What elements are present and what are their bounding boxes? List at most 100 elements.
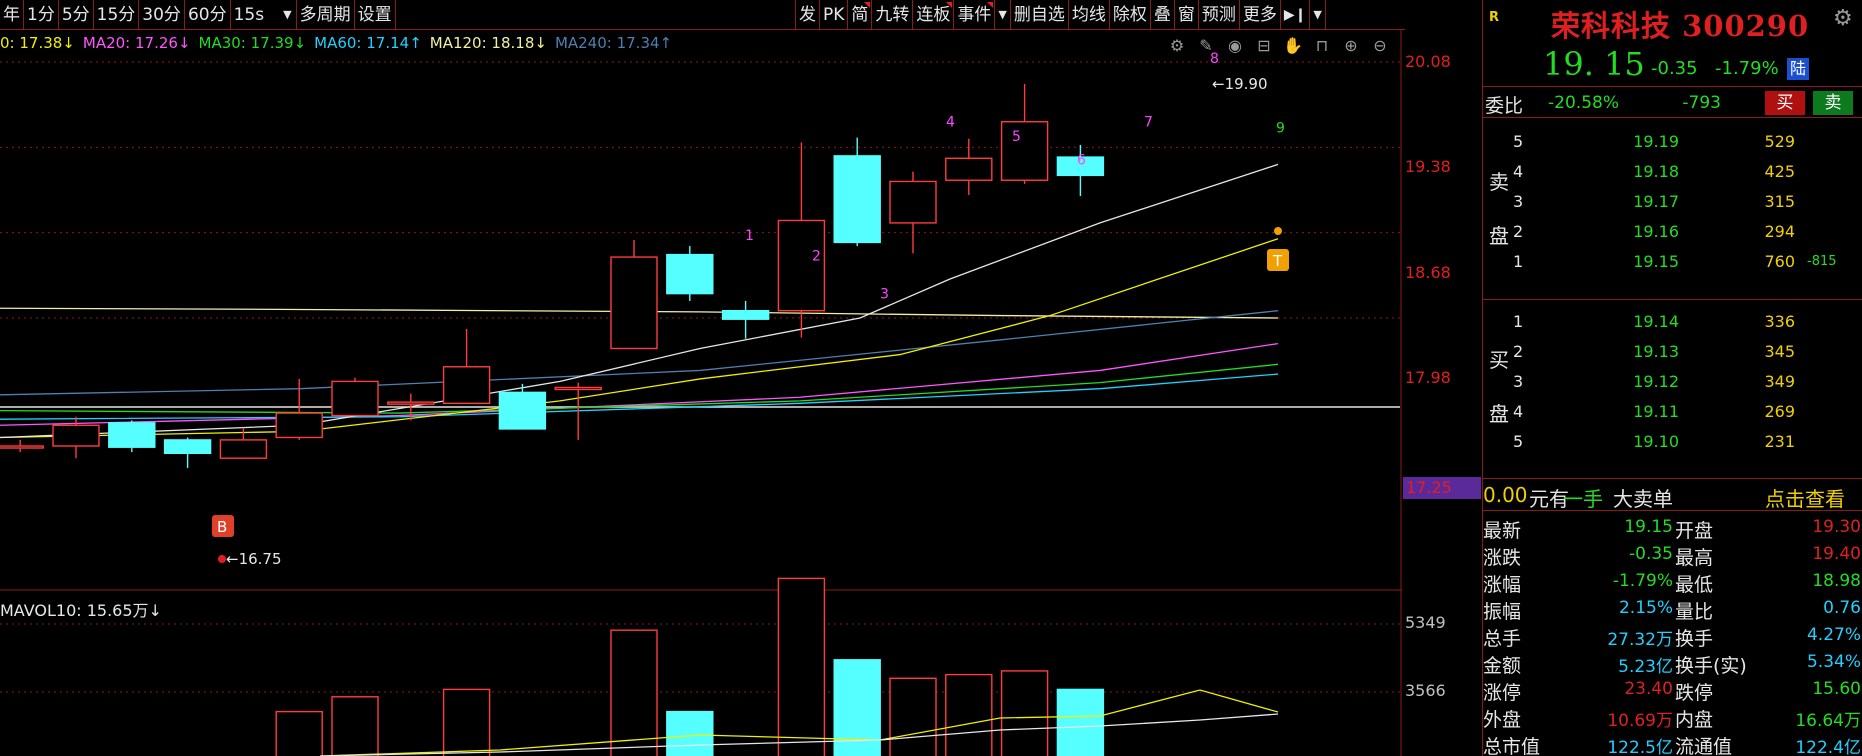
ask-level: 4	[1513, 162, 1524, 181]
limit-up-board-button[interactable]: 连板	[913, 0, 955, 30]
t-signal-label: T	[1272, 252, 1283, 270]
bid-level: 1	[1513, 312, 1524, 331]
candle-body	[498, 391, 547, 430]
quote-value: 19.30	[1812, 517, 1861, 537]
ask-price: 19.19	[1633, 132, 1679, 151]
bid-row[interactable]: 4 19.11 269	[1511, 394, 1862, 428]
quote-value: 10.69万	[1607, 711, 1673, 731]
bid-level: 4	[1513, 402, 1524, 421]
candle-body	[331, 380, 379, 417]
quote-value: 2.15%	[1618, 598, 1673, 618]
quote-value: -1.79%	[1612, 571, 1673, 591]
stock-header: R 荣科科技 300290 ⚙ 19. 15 -0.35 -1.79% 陆	[1483, 0, 1862, 86]
ask-row[interactable]: 3 19.17 315	[1511, 184, 1862, 218]
menu-dropdown-icon[interactable]: ▼	[1310, 0, 1326, 30]
multi-period-button[interactable]: 多周期	[297, 0, 355, 30]
volume-bar	[1000, 670, 1049, 756]
simple-button[interactable]: 简	[848, 0, 873, 30]
stock-name[interactable]: 荣科科技 300290	[1551, 3, 1809, 45]
sell-button[interactable]: 卖	[1813, 91, 1853, 115]
ask-row[interactable]: 2 19.16 294	[1511, 214, 1862, 248]
quote-row: 金额 5.23亿 换手(实) 5.34%	[1483, 649, 1862, 677]
signal-dot	[1274, 227, 1282, 235]
volume-bar	[889, 677, 937, 756]
candlestick-series	[0, 83, 1105, 468]
more-button[interactable]: 更多	[1240, 0, 1281, 30]
period-buttons: 年 1分 5分 15分 30分 60分 15s 多周期 设置	[0, 0, 396, 30]
td-count-label: 5	[1012, 129, 1021, 145]
post-button[interactable]: 发	[795, 0, 820, 30]
bid-price: 19.12	[1633, 372, 1679, 391]
pk-button[interactable]: PK	[820, 0, 849, 30]
kline-chart[interactable]: 1 2 3 4 5 6 7 8 9 ←19.90 ←16.75 B T	[0, 30, 1402, 756]
buy-button[interactable]: 买	[1765, 91, 1805, 115]
remove-watchlist-button[interactable]: 删自选	[1011, 0, 1069, 30]
quote-key: 金额	[1483, 655, 1522, 677]
period-5m-button[interactable]: 5分	[59, 0, 94, 30]
candle-body	[108, 422, 156, 448]
interval-dropdown[interactable]: 15s	[231, 0, 297, 30]
order-ratio-label: 委比	[1485, 95, 1524, 117]
bid-row[interactable]: 3 19.12 349	[1511, 364, 1862, 398]
quote-value: 16.64万	[1795, 711, 1861, 731]
quote-row: 涨停 23.40 跌停 15.60	[1483, 676, 1862, 704]
expand-panel-icon[interactable]: ▶❙	[1281, 0, 1311, 30]
period-year-button[interactable]: 年	[0, 0, 24, 30]
ma20-line	[0, 342, 1279, 426]
ask-book: 卖 盘 5 19.19 529 4 19.18 425 3 19.17 315 2 19.16 294…	[1483, 120, 1862, 300]
volume-series	[275, 577, 1105, 756]
new-flag-icon	[946, 2, 953, 8]
events-button[interactable]: 事件	[954, 0, 996, 30]
settings-button[interactable]: 设置	[355, 0, 396, 30]
quote-key: 换手	[1675, 628, 1714, 650]
ask-price: 19.17	[1633, 192, 1679, 211]
overlay-button[interactable]: 叠	[1151, 0, 1175, 30]
ask-qty: 760	[1764, 252, 1795, 271]
ex-rights-button[interactable]: 除权	[1110, 0, 1151, 30]
period-60m-button[interactable]: 60分	[185, 0, 231, 30]
bid-row[interactable]: 2 19.13 345	[1511, 334, 1862, 368]
volume-bar	[945, 673, 993, 756]
big-order-value: 0.00	[1483, 483, 1528, 507]
quote-row: 外盘 10.69万 内盘 16.64万	[1483, 703, 1862, 731]
big-order-count: 一手	[1563, 487, 1603, 511]
bid-row[interactable]: 1 19.14 336	[1511, 304, 1862, 338]
quote-key: 振幅	[1483, 601, 1522, 623]
moving-average-button[interactable]: 均线	[1069, 0, 1110, 30]
quote-panel: R 荣科科技 300290 ⚙ 19. 15 -0.35 -1.79% 陆 委比…	[1482, 0, 1862, 756]
period-1m-button[interactable]: 1分	[24, 0, 59, 30]
quote-key: 涨停	[1483, 682, 1522, 704]
bid-price: 19.11	[1633, 402, 1679, 421]
rzrq-badge: R	[1489, 10, 1500, 25]
forecast-button[interactable]: 预测	[1199, 0, 1240, 30]
quote-row: 总市值 122.5亿 流通值 122.4亿	[1483, 730, 1862, 756]
low-price-label: ←16.75	[226, 550, 282, 568]
ask-level: 2	[1513, 222, 1524, 241]
nine-turn-button[interactable]: 九转	[872, 0, 914, 30]
volume-axis-label: 3566	[1405, 681, 1446, 700]
candle-body	[163, 439, 212, 455]
price-axis-label: 17.98	[1405, 368, 1451, 387]
ask-row[interactable]: 5 19.19 529	[1511, 124, 1862, 158]
events-dropdown-icon[interactable]: ▼	[995, 0, 1011, 30]
ask-change: -815	[1807, 254, 1837, 269]
bid-row[interactable]: 5 19.10 231	[1511, 424, 1862, 458]
window-button[interactable]: 窗	[1175, 0, 1199, 30]
quote-key: 跌停	[1675, 682, 1714, 704]
quote-key: 涨幅	[1483, 574, 1522, 596]
td-count-label: 8	[1210, 51, 1219, 67]
chart-grid	[0, 30, 1402, 756]
price-axis-label: 19.38	[1405, 157, 1451, 176]
quote-value: -0.35	[1629, 544, 1673, 564]
td-count-label: 9	[1276, 121, 1285, 137]
period-15m-button[interactable]: 15分	[94, 0, 140, 30]
ask-row[interactable]: 4 19.18 425	[1511, 154, 1862, 188]
ask-level: 5	[1513, 132, 1524, 151]
bid-level: 3	[1513, 372, 1524, 391]
view-details-link[interactable]: 点击查看	[1765, 483, 1845, 512]
bid-qty: 336	[1764, 312, 1795, 331]
volume-bar	[610, 629, 658, 756]
period-30m-button[interactable]: 30分	[139, 0, 185, 30]
gear-icon[interactable]: ⚙	[1833, 6, 1853, 31]
ask-row[interactable]: 1 19.15 760 -815	[1511, 244, 1862, 278]
